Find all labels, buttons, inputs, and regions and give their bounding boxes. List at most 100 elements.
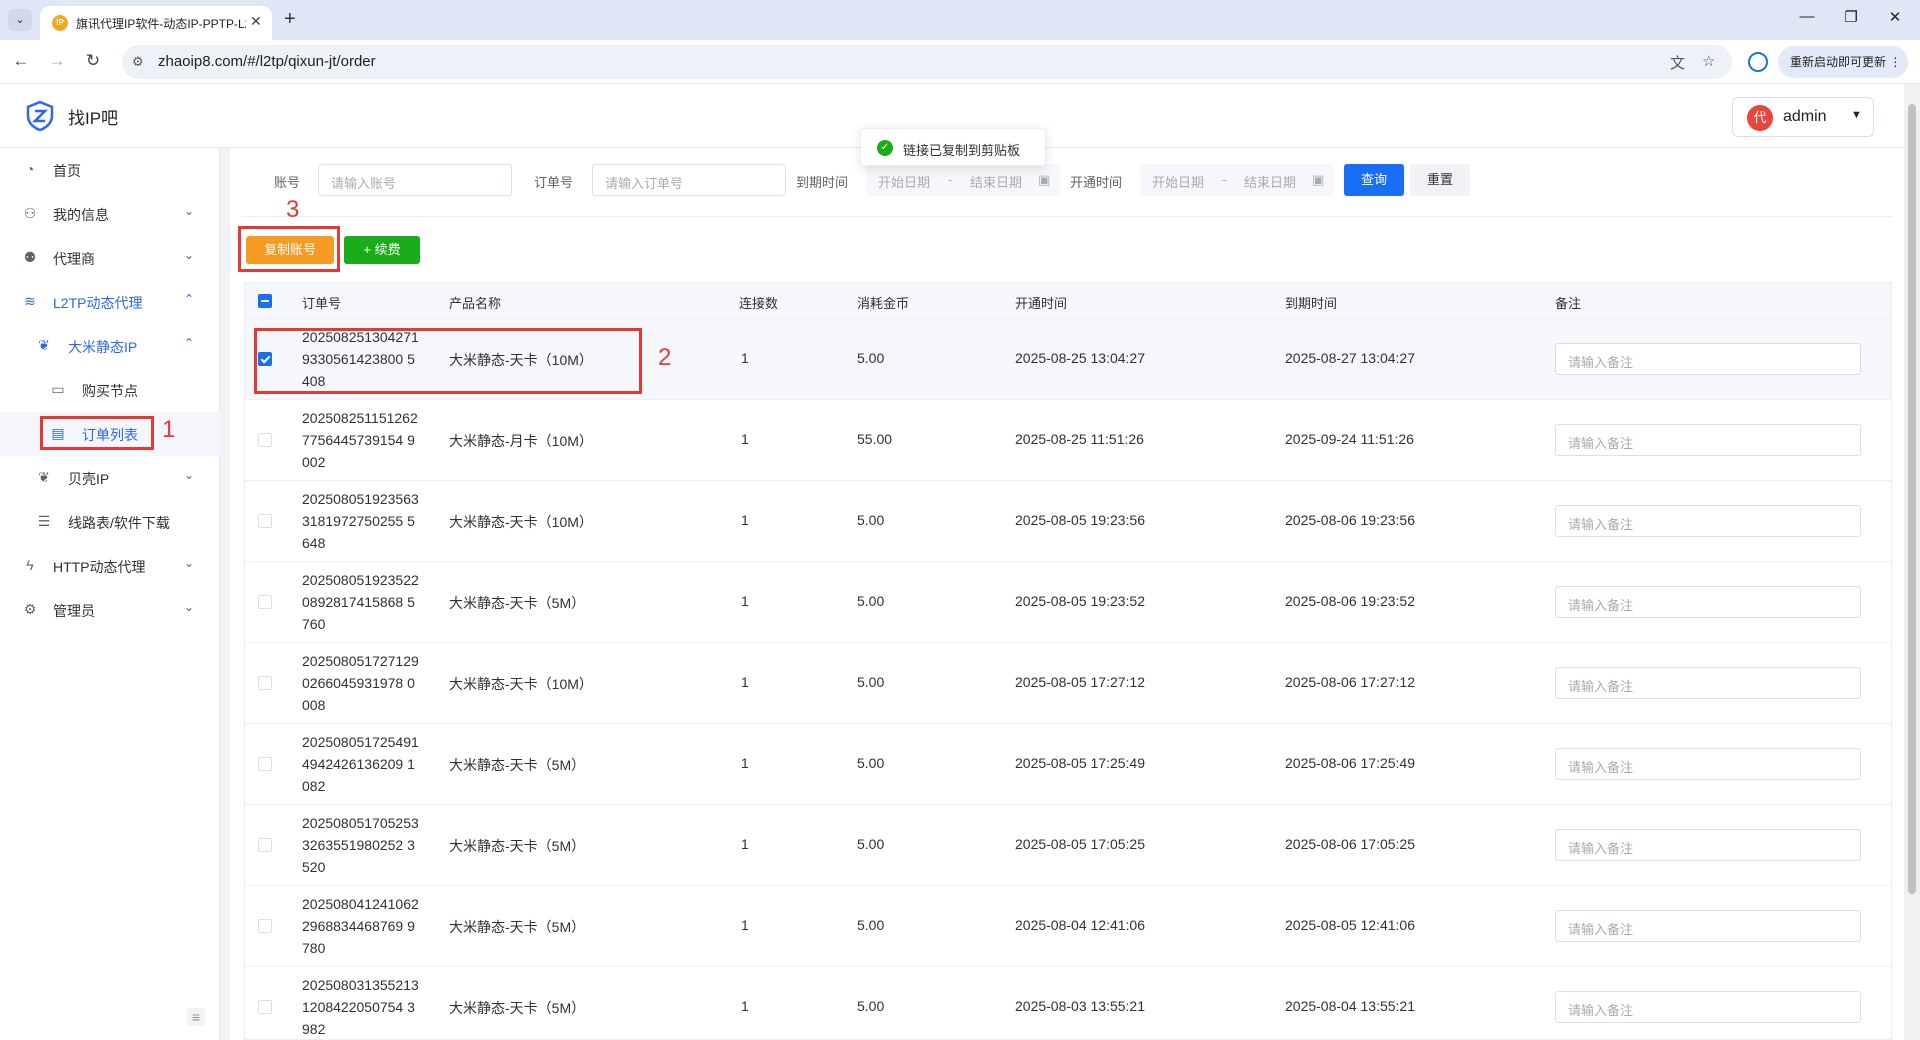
restore-icon[interactable]: ❐ [1836, 8, 1866, 26]
coins-spent: 5.00 [857, 917, 885, 933]
site-info-icon[interactable]: ⚙ [132, 54, 144, 70]
table-row[interactable]: 2025080517271290266045931978 0008 大米静态-天卡… [245, 643, 1891, 724]
expire-time: 2025-08-06 17:27:12 [1285, 674, 1415, 690]
minimize-icon[interactable]: — [1792, 8, 1822, 25]
collapse-sidebar-icon[interactable]: ≡ [187, 1008, 205, 1026]
note-input[interactable]: 请输入备注 [1555, 343, 1861, 375]
row-checkbox[interactable] [258, 757, 272, 771]
browser-tab[interactable]: IP 旗讯代理IP软件-动态IP-PPTP-L2TP ✕ [40, 6, 272, 40]
sidebar-item-label: L2TP动态代理 [53, 295, 143, 311]
table-body: 2025082513042719330561423800 5408 大米静态-天卡… [245, 319, 1891, 1039]
table-row[interactable]: 2025080519235633181972750255 5648 大米静态-天卡… [245, 481, 1891, 562]
sidebar-item-l2tp[interactable]: ≋ L2TP动态代理 ⌃ [0, 280, 220, 324]
note-input[interactable]: 请输入备注 [1555, 748, 1861, 780]
table-row[interactable]: 2025080519235220892817415868 5760 大米静态-天卡… [245, 562, 1891, 643]
chevron-down-icon: ⌄ [184, 556, 195, 570]
product-name: 大米静态-天卡（10M） [449, 676, 593, 692]
note-placeholder: 请输入备注 [1568, 841, 1634, 856]
main-content: 账号 请输入账号 订单号 请输入订单号 到期时间 开始日期 - 结束日期 ▣ 开… [220, 128, 1904, 1040]
row-checkbox[interactable] [258, 838, 272, 852]
sidebar-item-agent[interactable]: ⚉ 代理商 ⌄ [0, 236, 220, 280]
sidebar-item-buy-node[interactable]: ▭ 购买节点 [0, 368, 220, 412]
note-input[interactable]: 请输入备注 [1555, 667, 1861, 699]
account-label: 账号 [274, 175, 301, 190]
profile-icon[interactable] [1748, 52, 1768, 72]
sidebar-item-home[interactable]: ◔ 首页 [0, 148, 220, 192]
order-input[interactable]: 请输入订单号 [592, 164, 786, 196]
user-menu-button[interactable]: 代 admin ▼ [1732, 97, 1874, 137]
expire-date-range[interactable]: 开始日期 - 结束日期 ▣ [866, 164, 1060, 196]
product-name: 大米静态-天卡（5M） [449, 838, 586, 854]
order-number: 2025080519235220892817415868 5760 [302, 572, 419, 632]
window-close-icon[interactable]: ✕ [1880, 8, 1910, 26]
update-button[interactable]: 重新启动即可更新 ⋮ [1778, 46, 1908, 78]
tab-search-icon[interactable]: ⌄ [8, 9, 32, 31]
sidebar-item-dami-static[interactable]: ❦ 大米静态IP ⌃ [0, 324, 220, 368]
tab-title: 旗讯代理IP软件-动态IP-PPTP-L2TP [76, 17, 246, 31]
column-header-product: 产品名称 [449, 296, 502, 311]
table-row[interactable]: 2025080517254914942426136209 1082 大米静态-天卡… [245, 724, 1891, 805]
sidebar-item-http-proxy[interactable]: ϟ HTTP动态代理 ⌄ [0, 544, 220, 588]
expire-time: 2025-09-24 11:51:26 [1285, 431, 1414, 447]
end-date-placeholder: 结束日期 [970, 175, 1023, 190]
sidebar-item-beike-ip[interactable]: ❦ 贝壳IP ⌄ [0, 456, 220, 500]
table-row[interactable]: 2025080517052533263551980252 3520 大米静态-天卡… [245, 805, 1891, 886]
sidebar-item-my-info[interactable]: ⚇ 我的信息 ⌄ [0, 192, 220, 236]
note-input[interactable]: 请输入备注 [1555, 586, 1861, 618]
sidebar-item-admin[interactable]: ⚙ 管理员 ⌄ [0, 588, 220, 632]
sidebar-item-route-download[interactable]: ☰ 线路表/软件下载 [0, 500, 220, 544]
row-checkbox[interactable] [258, 433, 272, 447]
row-checkbox[interactable] [258, 514, 272, 528]
connection-count: 1 [741, 755, 749, 771]
account-input[interactable]: 请输入账号 [318, 164, 512, 196]
product-name: 大米静态-天卡（5M） [449, 919, 586, 935]
connection-count: 1 [741, 917, 749, 933]
row-checkbox[interactable] [258, 1000, 272, 1014]
note-input[interactable]: 请输入备注 [1555, 505, 1861, 537]
open-time: 2025-08-05 17:27:12 [1015, 674, 1145, 690]
url-omnibox[interactable]: ⚙ zhaoip8.com/#/l2tp/qixun-jt/order 文 ☆ [122, 45, 1732, 79]
sidebar-item-label: 贝壳IP [68, 471, 110, 487]
list-icon: ☰ [37, 513, 51, 529]
row-checkbox[interactable] [258, 595, 272, 609]
reload-icon[interactable]: ↻ [82, 51, 104, 71]
sidebar: ◔ 首页 ⚇ 我的信息 ⌄ ⚉ 代理商 ⌄ ≋ L2TP动态代理 ⌃ ❦ 大米静… [0, 148, 220, 1040]
note-input[interactable]: 请输入备注 [1555, 991, 1861, 1023]
reset-button[interactable]: 重置 [1410, 164, 1470, 196]
chevron-down-icon: ⌄ [184, 600, 195, 614]
table-row[interactable]: 2025080313552131208422050754 3982 大米静态-天卡… [245, 967, 1891, 1039]
bookmark-star-icon[interactable]: ☆ [1702, 52, 1715, 70]
annotation-label-3: 3 [286, 196, 300, 223]
select-all-checkbox[interactable] [258, 294, 272, 308]
back-icon[interactable]: ← [10, 51, 32, 71]
table-row[interactable]: 2025080412410622968834468769 9780 大米静态-天卡… [245, 886, 1891, 967]
product-name: 大米静态-天卡（5M） [449, 595, 586, 611]
table-row[interactable]: 2025082511512627756445739154 9002 大米静态-月卡… [245, 400, 1891, 481]
translate-icon[interactable]: 文 [1670, 52, 1685, 73]
product-name: 大米静态-月卡（10M） [449, 433, 593, 449]
box-icon: ▭ [51, 381, 65, 397]
expire-time: 2025-08-06 19:23:52 [1285, 593, 1415, 609]
scrollbar-thumb[interactable] [1908, 104, 1916, 894]
note-input[interactable]: 请输入备注 [1555, 829, 1861, 861]
new-tab-icon[interactable]: + [284, 8, 296, 31]
column-header-coins: 消耗金币 [857, 296, 910, 311]
open-date-range[interactable]: 开始日期 - 结束日期 ▣ [1140, 164, 1334, 196]
forward-icon[interactable]: → [46, 51, 68, 71]
note-input[interactable]: 请输入备注 [1555, 424, 1861, 456]
renew-button[interactable]: + 续费 [344, 236, 420, 264]
row-checkbox[interactable] [258, 676, 272, 690]
coins-spent: 5.00 [857, 755, 885, 771]
column-header-order-no: 订单号 [302, 296, 342, 311]
more-menu-icon[interactable]: ⋮ [1889, 55, 1901, 69]
query-button[interactable]: 查询 [1344, 164, 1404, 196]
tab-close-icon[interactable]: ✕ [250, 13, 262, 30]
page-scrollbar[interactable] [1904, 84, 1920, 1040]
row-checkbox[interactable] [258, 919, 272, 933]
note-input[interactable]: 请输入备注 [1555, 910, 1861, 942]
sidebar-item-label: 代理商 [53, 251, 95, 267]
open-time: 2025-08-25 11:51:26 [1015, 431, 1144, 447]
dashboard-icon: ◔ [25, 161, 35, 177]
filter-divider [242, 216, 1892, 217]
expire-time: 2025-08-06 19:23:56 [1285, 512, 1415, 528]
